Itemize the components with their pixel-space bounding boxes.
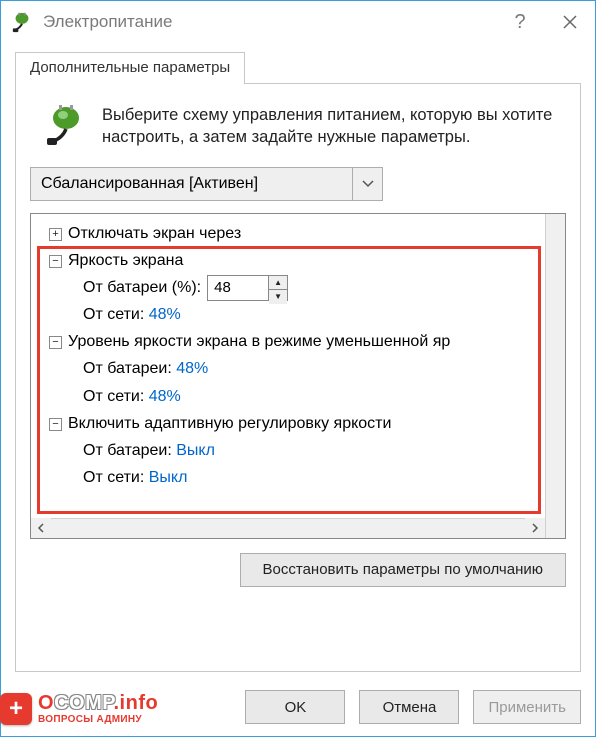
badge-o: O: [38, 692, 54, 714]
tree-value-link[interactable]: 48%: [149, 388, 181, 405]
tree-label: От батареи (%):: [83, 279, 201, 296]
scroll-right-icon[interactable]: [525, 518, 545, 538]
horizontal-scrollbar[interactable]: [31, 518, 545, 538]
titlebar: Электропитание ?: [1, 1, 595, 43]
close-button[interactable]: [545, 1, 595, 43]
tree-label: От батареи:: [83, 360, 172, 377]
tree-label: От сети:: [83, 469, 144, 486]
tree-row-n1b: От сети: 48%: [39, 301, 557, 328]
tree-row-n2a: От батареи: 48%: [39, 355, 557, 382]
tree-label: От батареи:: [83, 442, 172, 459]
window-title: Электропитание: [43, 12, 495, 32]
tree-label: От сети:: [83, 306, 144, 323]
power-scheme-select[interactable]: Сбалансированная [Активен]: [30, 167, 383, 201]
scroll-left-icon[interactable]: [31, 518, 51, 538]
help-button[interactable]: ?: [495, 1, 545, 43]
cancel-button[interactable]: Отмена: [359, 690, 459, 724]
power-icon: [11, 11, 33, 33]
tree-row-n3a: От батареи: Выкл: [39, 437, 557, 464]
intro-text: Выберите схему управления питанием, кото…: [102, 104, 566, 149]
scheme-selected: Сбалансированная [Активен]: [41, 175, 352, 193]
tabpanel: Выберите схему управления питанием, кото…: [15, 83, 581, 672]
vertical-scrollbar[interactable]: [545, 214, 565, 538]
brightness-battery-input[interactable]: ▲▼: [207, 275, 288, 301]
collapse-icon[interactable]: −: [49, 255, 62, 268]
tree-value-link[interactable]: Выкл: [176, 442, 215, 459]
apply-button[interactable]: Применить: [473, 690, 581, 724]
collapse-icon[interactable]: −: [49, 336, 62, 349]
tree-row-n2b: От сети: 48%: [39, 383, 557, 410]
brightness-value-field[interactable]: [208, 276, 268, 300]
tree-label: От сети:: [83, 388, 144, 405]
tree-value-link[interactable]: Выкл: [149, 469, 188, 486]
tree-row-n2[interactable]: −Уровень яркости экрана в режиме уменьше…: [39, 328, 557, 355]
collapse-icon[interactable]: −: [49, 418, 62, 431]
tree-label: Отключать экран через: [68, 225, 241, 242]
settings-tree-container: +Отключать экран через−Яркость экранаОт …: [30, 213, 566, 539]
badge-comp: COMP: [54, 692, 113, 714]
expand-icon[interactable]: +: [49, 228, 62, 241]
tree-row-n3b: От сети: Выкл: [39, 464, 557, 491]
ok-button[interactable]: OK: [245, 690, 345, 724]
restore-row: Восстановить параметры по умолчанию: [28, 553, 566, 587]
tabstrip: Дополнительные параметры: [15, 51, 581, 83]
tree-row-n0[interactable]: + Отключать экран через: [39, 220, 557, 247]
client-area: Дополнительные параметры Выберите схему …: [1, 43, 595, 682]
settings-tree: +Отключать экран через−Яркость экранаОт …: [31, 214, 565, 498]
tree-label: Включить адаптивную регулировку яркости: [68, 415, 391, 432]
badge-subtitle: ВОПРОСЫ АДМИНУ: [38, 715, 158, 725]
power-options-window: Электропитание ? Дополнительные параметр…: [0, 0, 596, 737]
badge-info: .info: [113, 692, 158, 714]
spin-down-icon[interactable]: ▼: [269, 289, 287, 304]
tree-row-n1a: От батареи (%): ▲▼: [39, 274, 557, 301]
tree-value-link[interactable]: 48%: [176, 360, 208, 377]
tree-row-n3[interactable]: −Включить адаптивную регулировку яркости: [39, 410, 557, 437]
watermark-badge: + OCOMP.info ВОПРОСЫ АДМИНУ: [0, 687, 158, 731]
tree-value-link[interactable]: 48%: [149, 306, 181, 323]
plus-icon: +: [0, 693, 32, 725]
tab-advanced[interactable]: Дополнительные параметры: [15, 52, 245, 84]
tree-label: Яркость экрана: [68, 252, 183, 269]
spin-up-icon[interactable]: ▲: [269, 276, 287, 290]
tree-row-n1[interactable]: −Яркость экрана: [39, 247, 557, 274]
footer: + OCOMP.info ВОПРОСЫ АДМИНУ OK Отмена Пр…: [1, 682, 595, 736]
battery-plug-icon: [46, 104, 88, 146]
chevron-down-icon: [352, 168, 382, 200]
restore-defaults-button[interactable]: Восстановить параметры по умолчанию: [240, 553, 566, 587]
tree-label: Уровень яркости экрана в режиме уменьшен…: [68, 333, 450, 350]
intro: Выберите схему управления питанием, кото…: [46, 104, 566, 149]
